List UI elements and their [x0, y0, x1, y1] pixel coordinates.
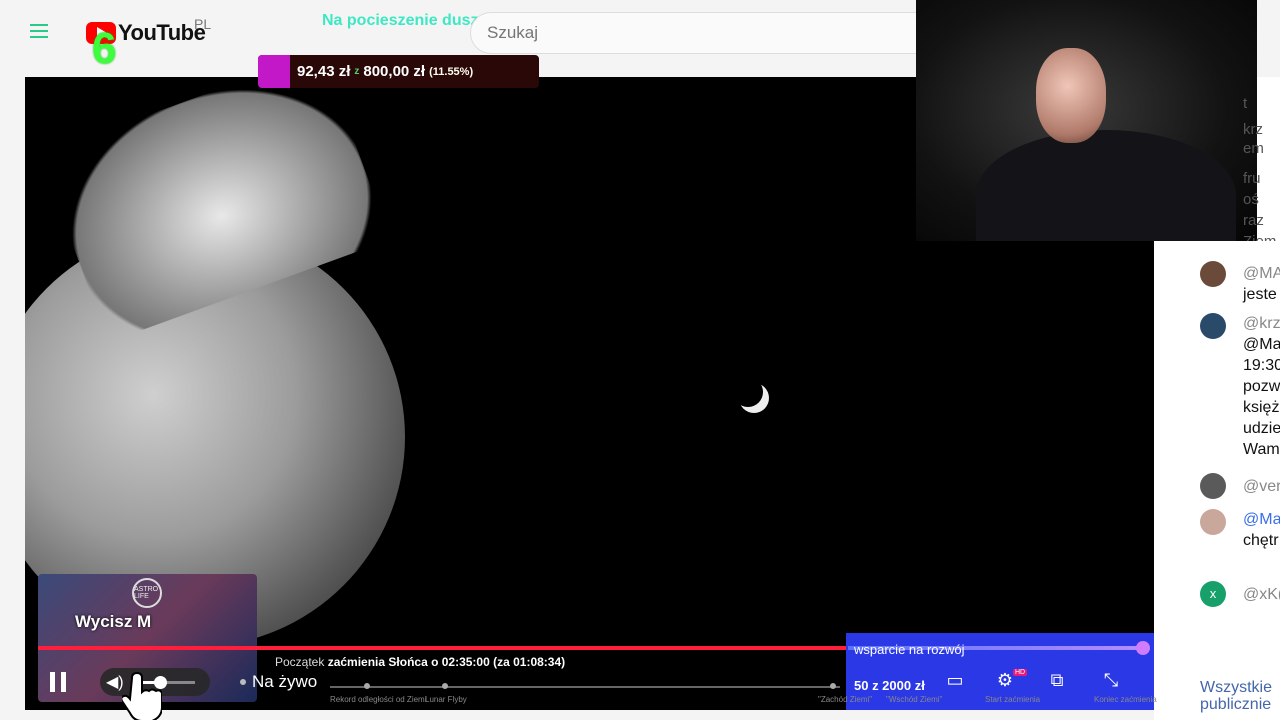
chapter-prefix: Początek [275, 655, 325, 669]
chat-fragment: t [1243, 95, 1248, 112]
chat-header-strip: t krz em fru oś raz Ziem [1243, 77, 1280, 250]
goal-progress-fill [258, 55, 290, 88]
chat-fragment: fru [1243, 170, 1261, 187]
chat-text-line: Wam [1243, 441, 1280, 458]
progress-bar-played[interactable] [38, 646, 848, 650]
chat-author[interactable]: @xK( [1243, 584, 1280, 605]
chat-text-line: udzie [1243, 420, 1280, 437]
menu-icon[interactable] [30, 20, 62, 46]
astrolife-logo: ASTRO LIFE [132, 578, 162, 608]
chat-fragment: raz [1243, 212, 1264, 229]
goal-target: 800,00 zł [363, 63, 426, 80]
chapter-label: "Zachód Ziemi" [818, 695, 873, 704]
streamer-face [1036, 48, 1106, 143]
chat-fragment: em [1243, 140, 1264, 157]
chapter-title: zaćmienia Słońca o 02:35:00 (za 01:08:34… [327, 655, 566, 669]
chat-avatar[interactable] [1200, 473, 1226, 499]
chat-text-line: pozw [1243, 378, 1280, 395]
theater-mode-icon[interactable]: ⧉ [1044, 670, 1070, 692]
chat-text: chętr [1243, 532, 1279, 549]
support-label: wsparcie na rozwój [854, 642, 965, 657]
logo-text: YouTube [118, 20, 206, 45]
overlay-title: Na pocieszenie duszy [322, 12, 488, 29]
chat-author[interactable]: @MA [1243, 263, 1280, 284]
live-label: Na żywo [252, 672, 318, 691]
chapter-label: Start zaćmienia [985, 695, 1041, 704]
chapter-label: "Wschód Ziemi" [886, 695, 943, 704]
moon-crescent [733, 377, 763, 407]
chapter-label: Koniec zaćmienia [1094, 695, 1157, 704]
live-dot-icon [240, 679, 246, 685]
chat-mode-label[interactable]: Wszystkie publicznie [1200, 679, 1272, 713]
hd-badge: HD [1013, 669, 1028, 676]
logo-region: PL [194, 16, 212, 32]
chapter-label: Lunar Flyby [425, 695, 467, 704]
chat-message: @xK( [1243, 584, 1280, 605]
chat-avatar[interactable] [1200, 313, 1226, 339]
chat-author[interactable]: @krz [1243, 313, 1280, 334]
goal-current: 92,43 zł [297, 63, 351, 80]
chat-text-line: księż [1243, 399, 1280, 416]
chat-text: jeste [1243, 286, 1277, 303]
chat-text-line: 19:30 [1243, 357, 1280, 374]
chat-avatar[interactable]: x [1200, 581, 1226, 607]
chat-message: @krz @Ma 19:30 pozw księż udzie Wam [1243, 313, 1280, 460]
chat-message: @ver [1243, 476, 1280, 497]
chat-message: @MA jeste [1243, 263, 1280, 305]
chapter-marker[interactable] [442, 683, 448, 689]
support-amount: 50 z 2000 zł [854, 678, 925, 693]
progress-scrubber[interactable] [1136, 641, 1150, 655]
chat-avatar[interactable] [1200, 509, 1226, 535]
chat-message: @Ma chętr [1243, 509, 1280, 551]
hand-cursor-icon [122, 672, 162, 720]
page: YouTube PL 6 Na pocieszenie duszy 92,43 … [0, 0, 1280, 720]
chat-author[interactable]: @ver [1243, 476, 1280, 497]
search-box[interactable] [470, 12, 940, 54]
streamer-body [976, 130, 1236, 241]
subtitles-icon[interactable]: ▭ [942, 670, 968, 692]
chat-fragment: krz [1243, 121, 1263, 138]
chat-author[interactable]: @Ma [1243, 509, 1280, 530]
chat-avatar[interactable] [1200, 261, 1226, 287]
webcam-overlay [916, 0, 1257, 241]
chapter-marker[interactable] [364, 683, 370, 689]
donation-goal-bar: 92,43 zł z 800,00 zł (11.55%) [258, 55, 539, 88]
search-input[interactable] [471, 13, 939, 53]
chapter-timeline [330, 686, 840, 688]
chat-text: @Ma [1243, 336, 1280, 353]
chapter-info: Początek zaćmienia Słońca o 02:35:00 (za… [275, 655, 565, 669]
live-chat: @MA jeste @krz @Ma 19:30 pozw księż udzi… [1154, 241, 1280, 720]
goal-percent: (11.55%) [429, 65, 474, 78]
chapter-label: Rekord odległości od Ziemi [330, 695, 427, 704]
fullscreen-icon[interactable]: ⤡ [1098, 670, 1124, 692]
mini-player-label: Wycisz M [75, 612, 152, 631]
chat-fragment: oś [1243, 191, 1259, 208]
overlay-number: 6 [92, 24, 117, 73]
goal-separator-icon: z [354, 66, 360, 77]
chapter-marker[interactable] [830, 683, 836, 689]
live-indicator[interactable]: Na żywo [240, 672, 317, 692]
pause-button[interactable] [50, 672, 68, 692]
